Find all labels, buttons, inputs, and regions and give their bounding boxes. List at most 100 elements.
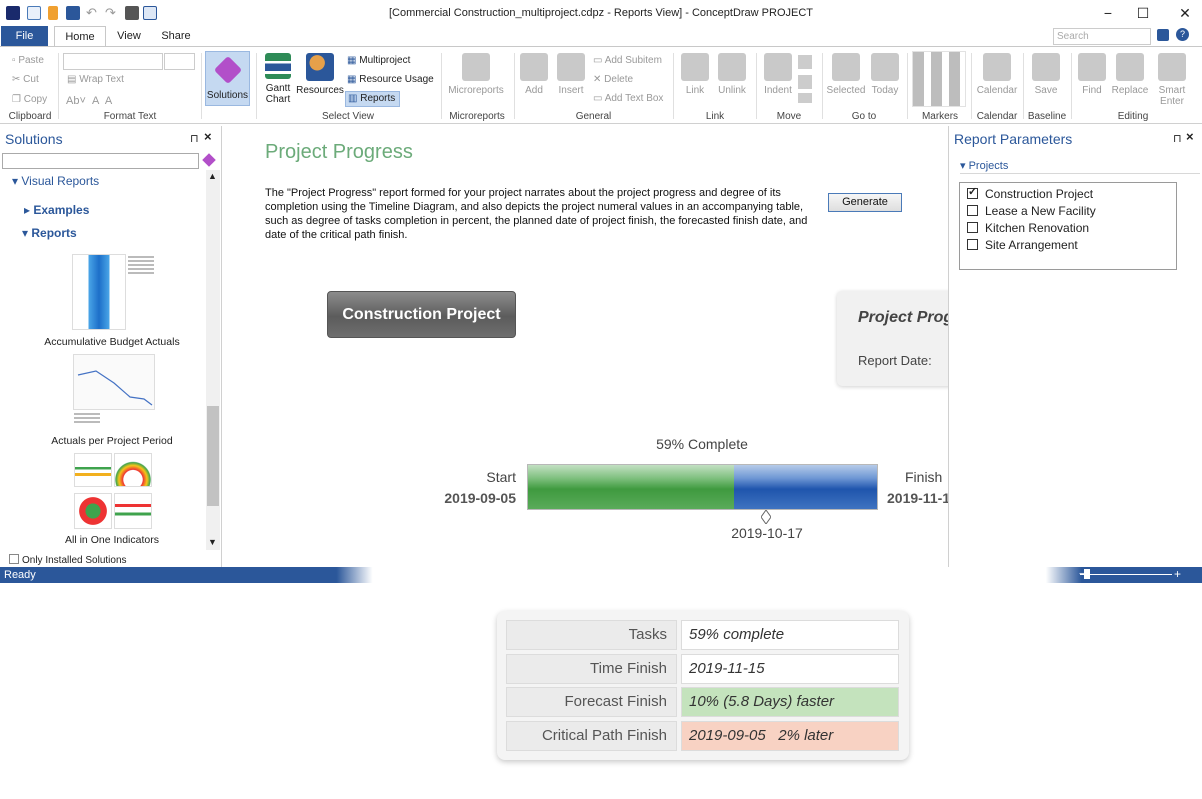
table-row-value: 59% complete [681, 620, 899, 650]
copy-button[interactable]: ❐ Copy [12, 92, 47, 108]
calendar-button[interactable]: Calendar [975, 53, 1019, 96]
projects-section-header[interactable]: ▾ Projects [960, 159, 1200, 174]
checkbox-box [9, 554, 19, 564]
add-icon [520, 53, 548, 81]
project-checkbox-kitchen[interactable]: Kitchen Renovation [967, 221, 1089, 235]
delete-label: Delete [604, 74, 634, 85]
percent-complete-label: 59% Complete [656, 436, 748, 452]
gantt-chart-button[interactable]: Gantt Chart [260, 53, 296, 105]
binoculars-icon[interactable] [1157, 29, 1169, 41]
generate-button[interactable]: Generate [828, 193, 902, 212]
ribbon: ▫ Paste ✂ Cut ❐ Copy Clipboard ▤ Wrap Te… [0, 46, 1202, 124]
thumbnail-accumulative-budget[interactable] [72, 254, 126, 330]
outdent-icon[interactable] [798, 93, 812, 103]
wrap-text-button[interactable]: ▤ Wrap Text [67, 72, 124, 88]
font-family-select[interactable] [63, 53, 163, 70]
scroll-down-icon[interactable]: ▼ [208, 537, 217, 547]
selected-icon [832, 53, 860, 81]
add-subitem-button[interactable]: ▭ Add Subitem [593, 53, 662, 69]
goto-group-label: Go to [851, 111, 877, 122]
paste-button[interactable]: ▫ Paste [12, 53, 44, 69]
multiproject-button[interactable]: ▦ Multiproject [347, 53, 410, 69]
solutions-icon [213, 55, 242, 85]
scroll-up-icon[interactable]: ▲ [208, 171, 217, 181]
close-button[interactable]: ✕ [1170, 3, 1200, 23]
help-icon[interactable]: ? [1176, 28, 1189, 41]
ribbon-separator [441, 53, 442, 119]
zoom-in-button[interactable]: + [1174, 567, 1181, 581]
today-button[interactable]: Today [868, 53, 902, 96]
move-group-label: Move [776, 111, 802, 122]
maximize-button[interactable]: ☐ [1128, 3, 1158, 23]
baseline-save-label: Save [1034, 85, 1058, 96]
thumbnail-label: Accumulative Budget Actuals [44, 336, 180, 348]
project-checkbox-site[interactable]: Site Arrangement [967, 238, 1078, 252]
solutions-button[interactable]: Solutions [205, 51, 250, 106]
solutions-scrollbar-thumb[interactable] [207, 406, 219, 506]
close-panel-icon[interactable]: × [1186, 129, 1194, 144]
select-view-group-label: Select View [321, 111, 375, 122]
unlink-button[interactable]: Unlink [715, 53, 749, 96]
checkbox-checked [967, 185, 978, 199]
checkbox-unchecked [967, 239, 978, 250]
only-installed-checkbox[interactable]: Only Installed Solutions [9, 554, 127, 566]
move-up-icon[interactable] [798, 55, 812, 69]
report-parameters-panel: Report Parameters ⊓ × ▾ Projects Constru… [948, 126, 1202, 567]
link-button[interactable]: Link [679, 53, 711, 96]
tree-reports[interactable]: ▾ Reports [22, 226, 77, 240]
report-description: The "Project Progress" report formed for… [265, 187, 808, 241]
minimize-button[interactable]: − [1093, 3, 1123, 23]
add-subitem-label: Add Subitem [604, 55, 662, 66]
ribbon-search-input[interactable]: Search [1053, 28, 1151, 45]
tree-visual-reports-label: Visual Reports [21, 174, 100, 188]
move-down-icon[interactable] [798, 75, 812, 89]
add-button[interactable]: Add [519, 53, 549, 96]
baseline-save-button[interactable]: Save [1028, 53, 1064, 96]
replace-button[interactable]: Replace [1109, 53, 1151, 96]
reports-button[interactable]: ▥ Reports [345, 91, 400, 107]
insert-icon [557, 53, 585, 81]
font-size-select[interactable] [164, 53, 195, 70]
status-bars-icon [114, 493, 152, 529]
tab-file[interactable]: File [1, 26, 48, 47]
project-checkbox-construction[interactable]: Construction Project [967, 185, 1093, 201]
pin-icon[interactable]: ⊓ [190, 132, 199, 145]
thumbnail-actuals-per-period[interactable] [73, 354, 155, 410]
wrap-text-label: Wrap Text [79, 74, 124, 85]
tab-view[interactable]: View [112, 26, 146, 47]
pin-icon[interactable]: ⊓ [1173, 132, 1182, 145]
thumbnail-all-in-one-indicators[interactable] [72, 451, 154, 531]
markers-gallery[interactable] [912, 51, 966, 107]
selected-button[interactable]: Selected [826, 53, 866, 96]
tab-share[interactable]: Share [158, 26, 194, 47]
microreports-button[interactable]: Microreports [446, 53, 506, 96]
ribbon-separator [256, 53, 257, 119]
gantt-chart-icon [265, 53, 291, 79]
delete-button[interactable]: ✕ Delete [593, 72, 633, 88]
add-text-box-button[interactable]: ▭ Add Text Box [593, 91, 663, 107]
tree-examples[interactable]: ▸ Examples [24, 203, 89, 217]
zoom-slider[interactable] [1080, 574, 1172, 575]
find-button[interactable]: Find [1075, 53, 1109, 96]
solutions-home-icon[interactable] [202, 153, 216, 167]
text-format-icon[interactable]: Ab˅ A A [66, 93, 112, 109]
tab-home[interactable]: Home [54, 26, 106, 47]
today-icon [871, 53, 899, 81]
resources-button[interactable]: Resources [296, 53, 344, 96]
paste-label: Paste [18, 55, 44, 66]
calendar-label: Calendar [976, 85, 1018, 96]
tree-visual-reports[interactable]: ▾ Visual Reports [12, 174, 99, 188]
project-checkbox-lease[interactable]: Lease a New Facility [967, 204, 1096, 218]
smart-enter-button[interactable]: Smart Enter [1153, 53, 1191, 107]
start-date: 2019-09-05 [444, 490, 516, 506]
solutions-search-input[interactable] [2, 153, 199, 169]
insert-button[interactable]: Insert [555, 53, 587, 96]
cut-button[interactable]: ✂ Cut [12, 72, 39, 88]
close-panel-icon[interactable]: × [204, 129, 212, 144]
zoom-slider-thumb[interactable] [1084, 569, 1090, 579]
indent-button[interactable]: Indent [762, 53, 794, 96]
resource-usage-button[interactable]: ▦ Resource Usage [347, 72, 434, 88]
thumbnail-table-mini [74, 413, 100, 425]
progress-completed-segment [528, 465, 734, 509]
general-group-label: General [575, 111, 612, 122]
